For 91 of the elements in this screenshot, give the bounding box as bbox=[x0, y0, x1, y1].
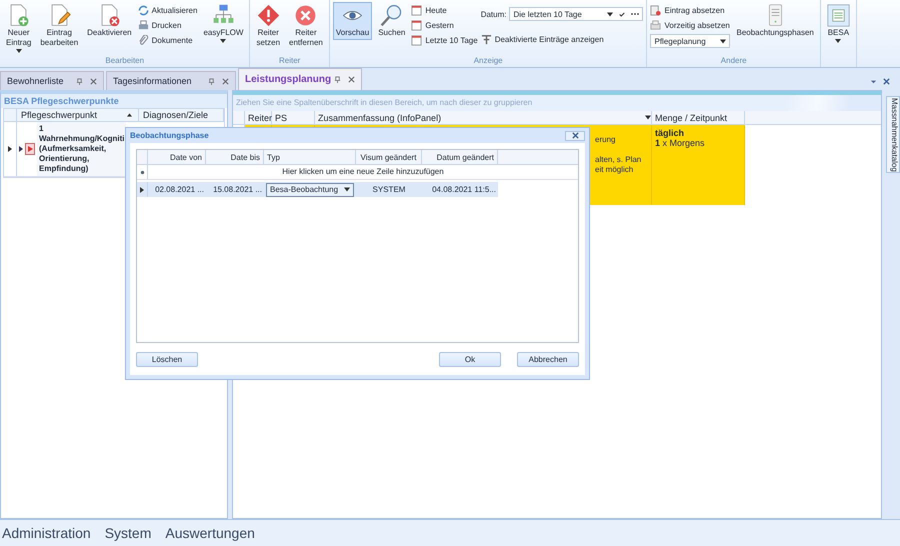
close-icon[interactable] bbox=[90, 78, 97, 84]
new-row-icon bbox=[140, 170, 144, 174]
column-header[interactable]: Date von bbox=[148, 150, 206, 164]
ribbon-button[interactable]: BESA bbox=[824, 2, 853, 45]
nav-link[interactable]: System bbox=[104, 525, 152, 541]
printer-icon bbox=[138, 20, 149, 31]
column-header[interactable]: Date bis bbox=[206, 150, 264, 164]
filter-icon bbox=[480, 34, 492, 45]
close-button[interactable] bbox=[565, 130, 585, 140]
nav-link[interactable]: Administration bbox=[2, 525, 91, 541]
refresh-icon bbox=[138, 5, 149, 16]
ribbon-button[interactable]: Neuer Eintrag bbox=[3, 2, 34, 55]
document-tab[interactable]: Tagesinformationen bbox=[106, 71, 236, 90]
table-cell-text: SYSTEM bbox=[372, 184, 406, 196]
ribbon-button[interactable]: Drucken bbox=[138, 19, 198, 32]
expand-icon[interactable] bbox=[19, 146, 23, 152]
column-header[interactable]: Datum geändert bbox=[422, 150, 498, 164]
nav-link[interactable]: Auswertungen bbox=[165, 525, 255, 541]
cancel-button[interactable]: Abbrechen bbox=[517, 352, 579, 367]
paperclip-icon bbox=[138, 35, 149, 46]
ribbon-button[interactable]: Vorzeitig absetzen bbox=[650, 19, 730, 32]
dialog-title: Beobachtungsphase bbox=[130, 131, 209, 140]
pin-icon[interactable] bbox=[208, 78, 215, 84]
column-header[interactable]: Zusammenfassung (InfoPanel) bbox=[315, 111, 652, 124]
column-header[interactable]: Menge / Zeitpunkt bbox=[652, 111, 745, 124]
warning-icon bbox=[256, 4, 280, 27]
column-header[interactable]: Pflegeschwerpunkt bbox=[17, 109, 139, 121]
caret-icon bbox=[720, 38, 726, 44]
document-tab[interactable]: Leistungsplanung bbox=[238, 68, 362, 90]
ribbon-button[interactable]: Beobachtungsphasen bbox=[733, 2, 817, 40]
pin-icon[interactable] bbox=[76, 78, 83, 84]
plan-dropdown[interactable]: Pflegeplanung bbox=[650, 34, 730, 48]
ribbon-button[interactable]: Dokumente bbox=[138, 34, 198, 47]
play-icon bbox=[25, 143, 35, 155]
search-icon bbox=[380, 4, 404, 27]
column-header[interactable]: Reiter bbox=[245, 111, 272, 124]
ok-button[interactable]: Ok bbox=[439, 352, 501, 367]
group-label: Andere bbox=[720, 56, 748, 67]
checkmark-icon[interactable] bbox=[619, 12, 626, 16]
ribbon-button[interactable]: Aktualisieren bbox=[138, 4, 198, 17]
calendar-icon bbox=[411, 5, 422, 16]
care-focus-text: 1 Wahrnehmung/Kogniti (Aufmerksamkeit, Orientierung, Empfindung) bbox=[37, 122, 126, 176]
column-header[interactable]: Diagnosen/Ziele bbox=[139, 109, 224, 121]
table-cell-text: 15.08.2021 ... bbox=[212, 184, 263, 196]
delete-button[interactable]: Löschen bbox=[136, 352, 198, 367]
date-range-dropdown[interactable]: Die letzten 10 Tage bbox=[509, 7, 644, 21]
calendar-icon bbox=[411, 20, 422, 31]
ribbon-button[interactable]: easyFLOW bbox=[200, 2, 246, 45]
sort-up-icon bbox=[127, 113, 132, 117]
group-label: Reiter bbox=[278, 56, 302, 67]
dropdown-icon[interactable] bbox=[870, 78, 877, 85]
caret-icon[interactable] bbox=[645, 115, 651, 120]
ribbon-button[interactable]: Reiter setzen bbox=[253, 2, 284, 50]
summary-text: erung alten, s. Plan eit möglich bbox=[595, 135, 642, 175]
close-icon bbox=[294, 4, 318, 27]
side-tab[interactable]: Massnahmenkatalog bbox=[886, 96, 900, 173]
new-row-hint[interactable]: Hier klicken um eine neue Zeile hinzuzufügen bbox=[148, 165, 578, 179]
pin-icon[interactable] bbox=[334, 76, 341, 83]
row-pointer-icon bbox=[8, 146, 12, 152]
group-label: Bearbeiten bbox=[104, 56, 146, 67]
ribbon-button[interactable]: Reiter entfernen bbox=[286, 2, 326, 50]
ribbon-button[interactable]: Deaktivierte Einträge anzeigen bbox=[480, 33, 644, 46]
column-header[interactable]: PS bbox=[272, 111, 315, 124]
close-icon[interactable] bbox=[222, 78, 229, 84]
table-cell-text: 02.08.2021 ... bbox=[154, 184, 205, 196]
caret-icon bbox=[344, 187, 350, 192]
ribbon-button[interactable]: Letzte 10 Tage bbox=[411, 34, 478, 47]
amount-text: täglich 1 x Morgens bbox=[655, 128, 706, 148]
close-icon bbox=[572, 132, 578, 139]
ribbon-button[interactable]: Vorschau bbox=[332, 2, 372, 40]
ribbon-button[interactable]: Gestern bbox=[411, 19, 478, 32]
calendar-icon bbox=[411, 35, 422, 46]
panel-title: BESA Pflegeschwerpunkte bbox=[1, 94, 227, 108]
type-dropdown[interactable]: Besa-Beobachtung bbox=[266, 182, 354, 196]
document-tab[interactable]: Bewohnerliste bbox=[0, 71, 104, 90]
table-cell-text: 04.08.2021 11:5... bbox=[431, 184, 497, 196]
ribbon-button[interactable]: Eintrag absetzen bbox=[650, 4, 730, 17]
ribbon-button[interactable]: Suchen bbox=[375, 2, 408, 40]
date-label: Datum: bbox=[480, 10, 506, 18]
group-label: Anzeige bbox=[472, 56, 504, 67]
column-header[interactable]: Visum geändert bbox=[356, 150, 422, 164]
ribbon-button[interactable]: Deaktivieren bbox=[84, 2, 135, 40]
ribbon-button[interactable]: Eintrag bearbeiten bbox=[37, 2, 82, 50]
list-icon bbox=[826, 4, 850, 27]
close-icon[interactable] bbox=[348, 76, 355, 83]
row-pointer-icon bbox=[140, 186, 144, 192]
ribbon-button[interactable]: Heute bbox=[411, 4, 478, 17]
close-icon[interactable] bbox=[883, 78, 890, 85]
caret-icon[interactable] bbox=[607, 12, 614, 16]
group-hint: Ziehen Sie eine Spaltenüberschrift in diesen Bereich, um nach dieser zu gruppieren bbox=[233, 95, 881, 111]
column-header[interactable]: Typ bbox=[264, 150, 356, 164]
